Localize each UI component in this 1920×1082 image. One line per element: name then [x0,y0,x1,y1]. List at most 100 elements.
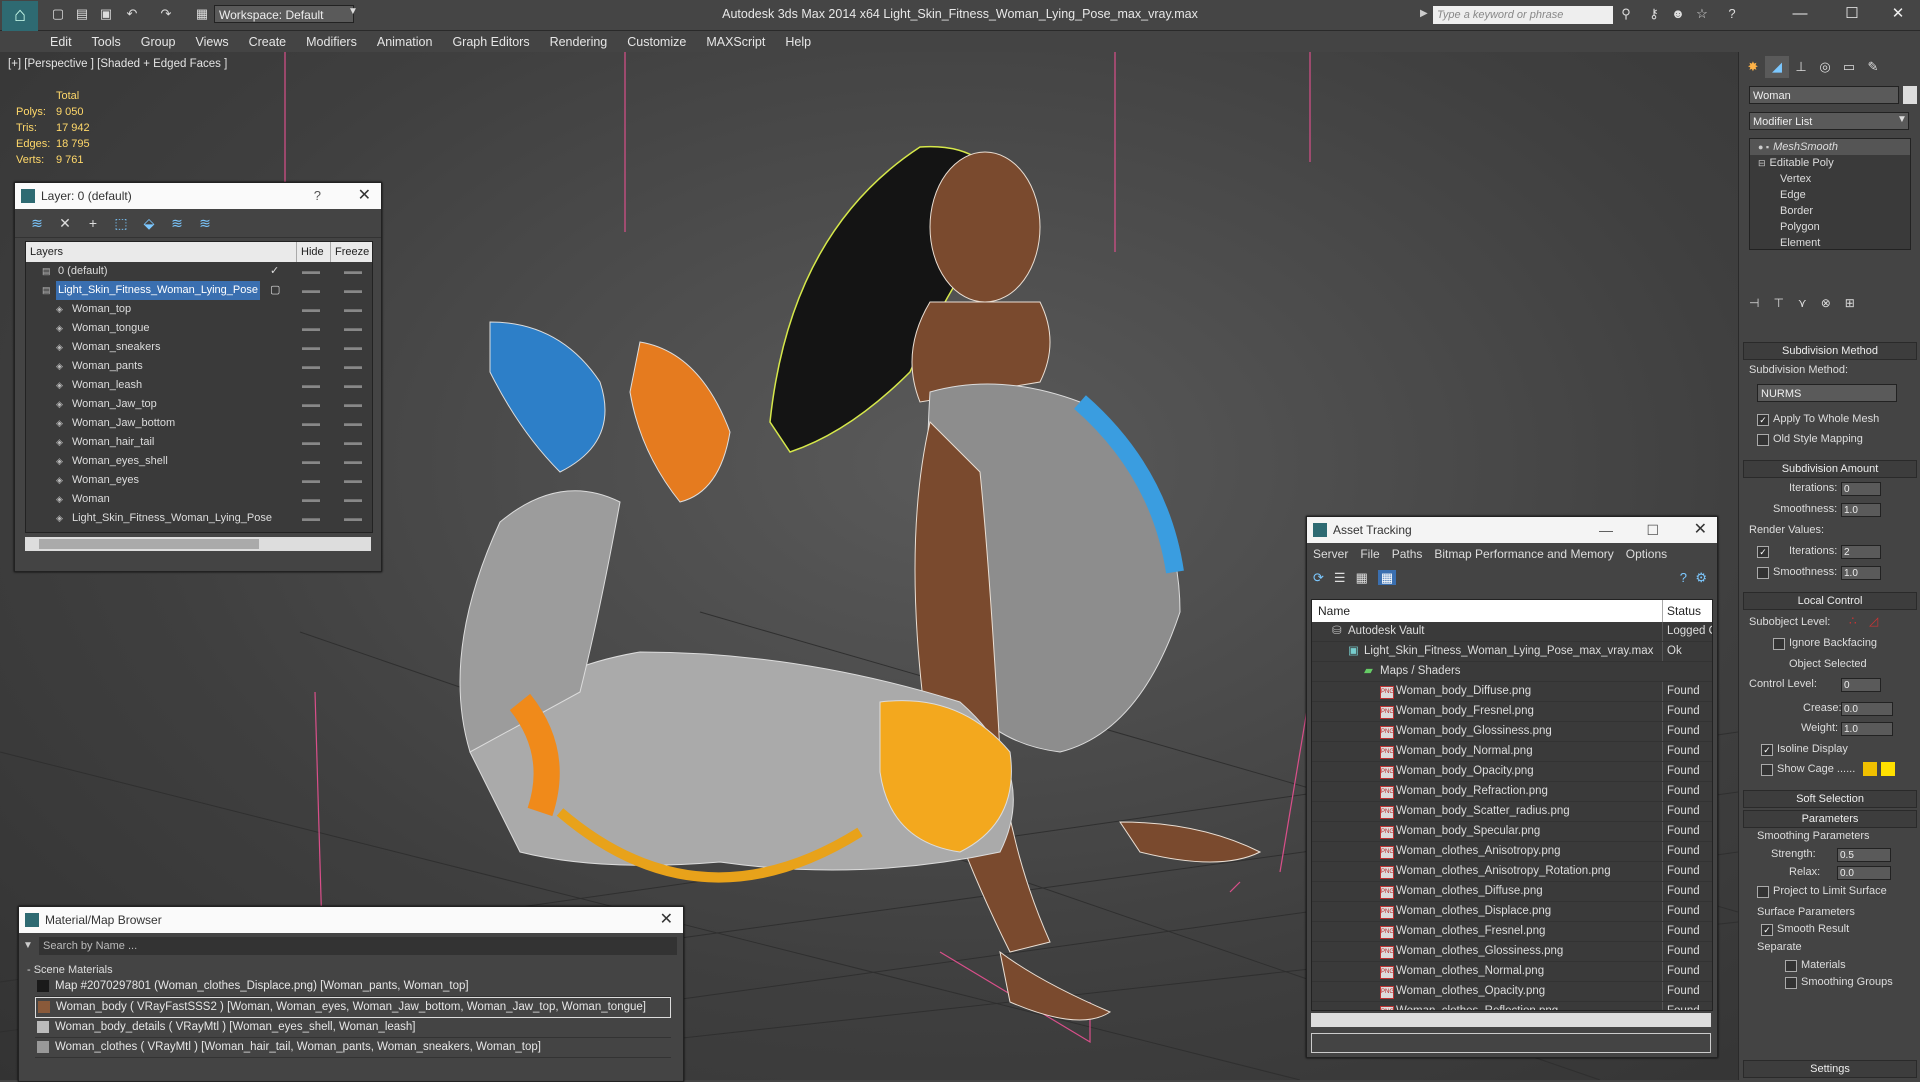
modify-tab-icon[interactable]: ◢ [1765,56,1789,78]
menu-views[interactable]: Views [185,31,238,53]
asset-row[interactable]: PNG Woman_body_Refraction.png Found [1312,782,1712,802]
column-layers[interactable]: Layers [30,242,63,262]
object-name-field[interactable]: Woman [1749,86,1899,104]
freeze-toggle[interactable]: ▬▬ [344,471,362,490]
modifier-stack-item[interactable]: Vertex [1750,171,1910,187]
show-end-result-icon[interactable]: ⊤ [1773,296,1783,310]
smooth-result-checkbox[interactable]: ✓ [1761,924,1773,936]
freeze-toggle[interactable]: ▬▬ [344,338,362,357]
asset-menu-bitmap-performance[interactable]: Bitmap Performance and Memory [1434,547,1613,561]
modifier-stack-item[interactable]: ⊟ Editable Poly [1750,155,1910,171]
display-tab-icon[interactable]: ▭ [1837,56,1861,78]
refresh-icon[interactable]: ⟳ [1313,570,1324,585]
vertex-subobject-icon[interactable]: ∴ [1849,614,1857,628]
utilities-tab-icon[interactable]: ✎ [1861,56,1885,78]
table-view-icon[interactable]: ▦ [1377,570,1397,585]
layer-name[interactable]: Woman_sneakers [70,338,162,357]
layer-window-titlebar[interactable]: Layer: 0 (default) ? ✕ [15,183,381,209]
binoculars-icon[interactable]: ⚲ [1618,6,1634,22]
modifier-list-dropdown[interactable]: Modifier List [1749,112,1909,130]
current-layer-toggle[interactable]: ✓ [270,262,279,281]
freeze-toggle[interactable]: ▬▬ [344,509,362,528]
cage-color-2-swatch[interactable] [1881,762,1895,776]
rollout-subdivision-amount[interactable]: Subdivision Amount [1743,460,1917,478]
freeze-toggle[interactable]: ▬▬ [344,357,362,376]
freeze-toggle[interactable]: ▬▬ [344,262,362,281]
layer-row[interactable]: ◈ Woman_Jaw_bottom ▬▬ ▬▬ [26,414,372,433]
scrollbar-thumb[interactable] [39,539,259,549]
hide-toggle[interactable]: ▬▬ [302,490,320,509]
asset-row[interactable]: PNG Woman_body_Glossiness.png Found [1312,722,1712,742]
chevron-down-icon[interactable]: ▼ [1897,114,1907,125]
expand-icon[interactable]: ● ▪ [1758,142,1769,152]
layer-row[interactable]: ◈ Woman_sneakers ▬▬ ▬▬ [26,338,372,357]
layer-row[interactable]: ◈ Woman_top ▬▬ ▬▬ [26,300,372,319]
menu-group[interactable]: Group [131,31,186,53]
modifier-stack-item[interactable]: Border [1750,203,1910,219]
user-icon[interactable]: ☻ [1670,6,1686,22]
layer-name[interactable]: Woman_top [70,300,133,319]
layer-name[interactable]: Woman_Jaw_top [70,395,159,414]
layer-name[interactable]: Woman_leash [70,376,144,395]
asset-menu-file[interactable]: File [1360,547,1379,561]
horizontal-scrollbar[interactable] [25,537,371,551]
star-icon[interactable]: ☆ [1694,6,1710,22]
project-limit-checkbox[interactable] [1757,886,1769,898]
close-icon[interactable]: ✕ [358,183,371,209]
hide-toggle[interactable]: ▬▬ [302,509,320,528]
hierarchy-tab-icon[interactable]: ⊥ [1789,56,1813,78]
asset-menu-paths[interactable]: Paths [1392,547,1423,561]
layer-row[interactable]: ◈ Woman_eyes_shell ▬▬ ▬▬ [26,452,372,471]
material-row[interactable]: Map #2070297801 (Woman_clothes_Displace.… [35,977,671,997]
expand-icon[interactable]: ⊟ [1758,158,1766,168]
smoothing-groups-checkbox[interactable] [1785,977,1797,989]
vault-settings-icon[interactable]: ⚙ [1695,565,1707,591]
asset-row[interactable]: PNG Woman_clothes_Anisotropy.png Found [1312,842,1712,862]
subdivision-method-dropdown[interactable]: NURMS [1757,384,1897,402]
render-iterations-checkbox[interactable]: ✓ [1757,546,1769,558]
layer-row[interactable]: ◈ Woman_tongue ▬▬ ▬▬ [26,319,372,338]
remove-modifier-icon[interactable]: ⊗ [1821,296,1831,310]
create-layer-icon[interactable]: ≋ [23,209,51,237]
freeze-toggle[interactable]: ▬▬ [344,395,362,414]
render-smoothness-spinner[interactable]: 1.0 [1841,566,1881,580]
material-browser-titlebar[interactable]: Material/Map Browser ✕ [19,907,683,933]
hide-toggle[interactable]: ▬▬ [302,376,320,395]
hide-toggle[interactable]: ▬▬ [302,357,320,376]
iterations-spinner[interactable]: 0 [1841,482,1881,496]
rollout-soft-selection[interactable]: Soft Selection [1743,790,1917,808]
keyword-search-input[interactable]: Type a keyword or phrase [1433,6,1613,24]
asset-row[interactable]: PNG Woman_body_Opacity.png Found [1312,762,1712,782]
freeze-toggle[interactable]: ▬▬ [344,281,362,300]
horizontal-scrollbar[interactable] [1311,1013,1711,1027]
hide-toggle[interactable]: ▬▬ [302,319,320,338]
motion-tab-icon[interactable]: ◎ [1813,56,1837,78]
menu-help[interactable]: Help [775,31,821,53]
rollout-local-control[interactable]: Local Control [1743,592,1917,610]
select-objects-icon[interactable]: ⬚ [107,209,135,237]
asset-row[interactable]: PNG Woman_clothes_Opacity.png Found [1312,982,1712,1002]
layer-row[interactable]: ◈ Woman_hair_tail ▬▬ ▬▬ [26,433,372,452]
freeze-toggle[interactable]: ▬▬ [344,452,362,471]
layer-row[interactable]: ▤ Light_Skin_Fitness_Woman_Lying_Pose ▢ ▬▬ ▬… [26,281,372,300]
control-level-spinner[interactable]: 0 [1841,678,1881,692]
menu-maxscript[interactable]: MAXScript [696,31,775,53]
isoline-display-checkbox[interactable]: ✓ [1761,744,1773,756]
thumbnail-view-icon[interactable]: ▦ [1356,570,1368,585]
hide-toggle[interactable]: ▬▬ [302,452,320,471]
hide-toggle[interactable]: ▬▬ [302,433,320,452]
highlight-layer-icon[interactable]: ⬙ [135,209,163,237]
layer-row[interactable]: ◈ Woman_eyes ▬▬ ▬▬ [26,471,372,490]
asset-row[interactable]: PNG Woman_body_Normal.png Found [1312,742,1712,762]
menu-graph-editors[interactable]: Graph Editors [442,31,539,53]
asset-menu-options[interactable]: Options [1626,547,1667,561]
maximize-button[interactable]: ☐ [1832,3,1872,25]
layer-name[interactable]: Light_Skin_Fitness_Woman_Lying_Pose [56,281,260,300]
material-row[interactable]: Woman_clothes ( VRayMtl ) [Woman_hair_ta… [35,1038,671,1058]
layer-row[interactable]: ◈ Woman_pants ▬▬ ▬▬ [26,357,372,376]
object-color-swatch[interactable] [1903,86,1917,104]
list-view-icon[interactable]: ☰ [1334,570,1346,585]
menu-rendering[interactable]: Rendering [540,31,618,53]
column-status[interactable]: Status [1662,600,1701,622]
ignore-backfacing-checkbox[interactable] [1773,638,1785,650]
